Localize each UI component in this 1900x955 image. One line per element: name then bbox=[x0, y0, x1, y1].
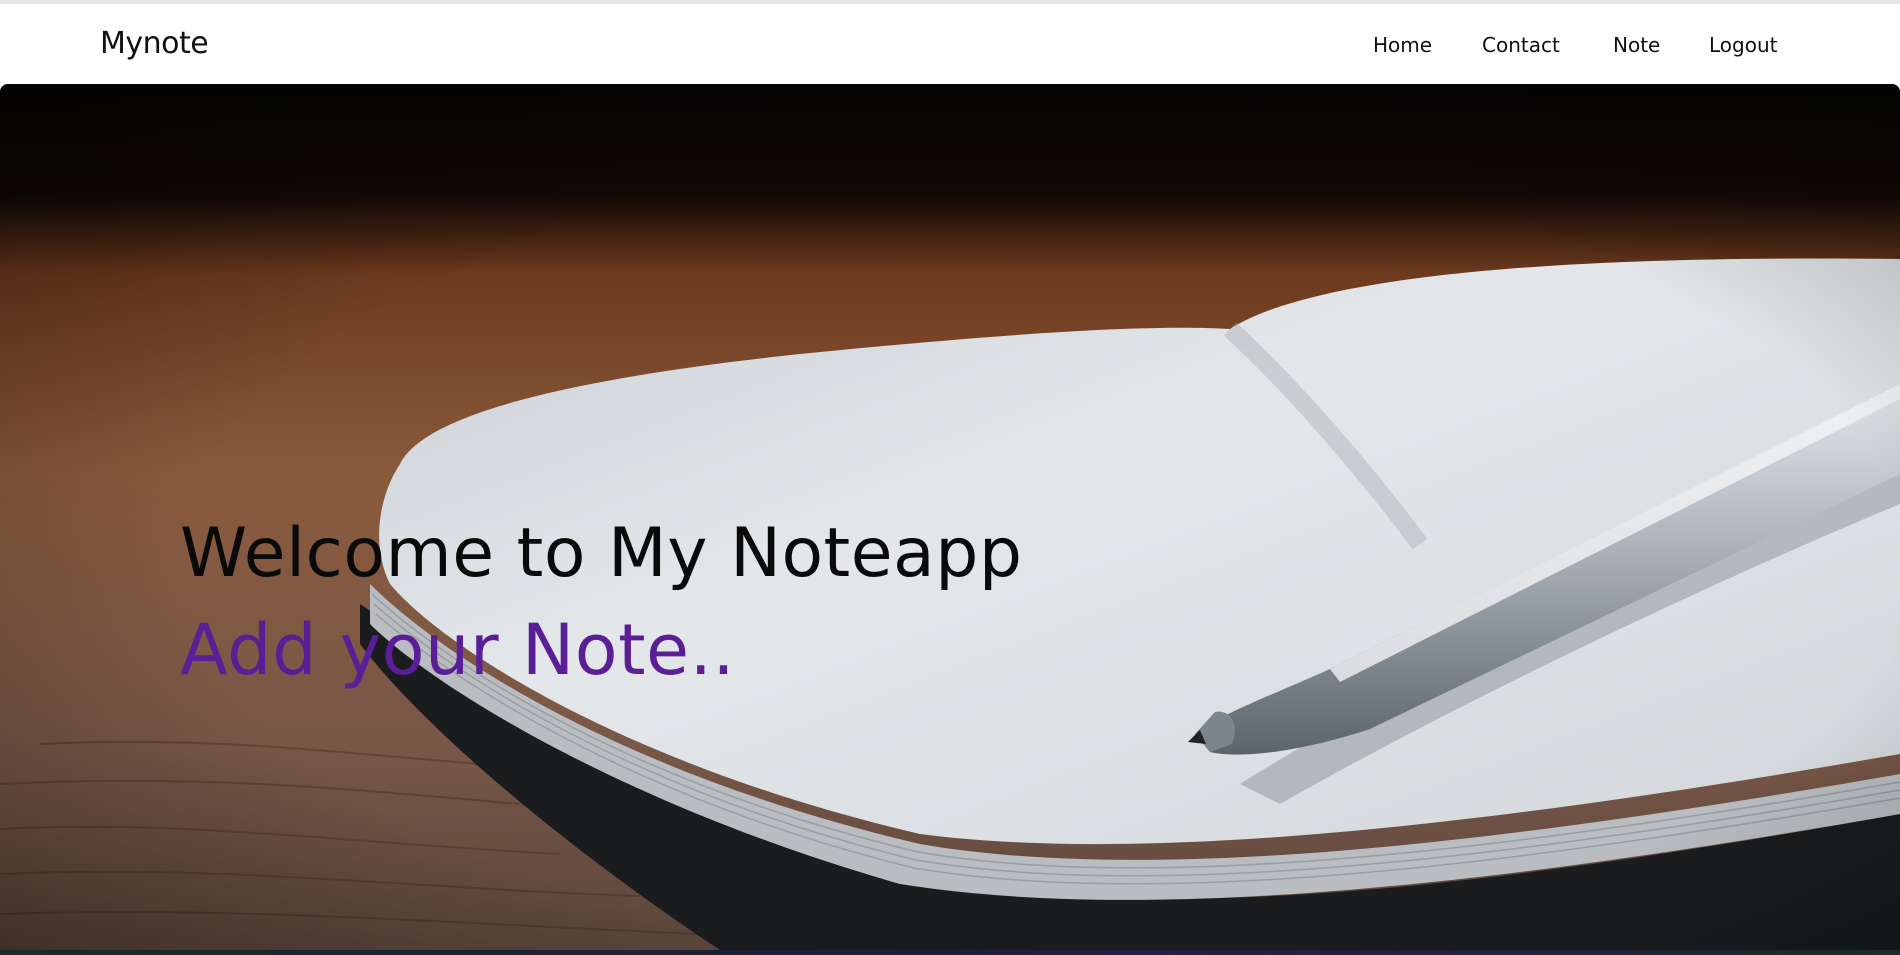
hero-banner: Welcome to My Noteapp Add your Note.. bbox=[0, 84, 1900, 950]
hero-subtitle: Add your Note.. bbox=[180, 609, 736, 691]
bottom-strip bbox=[0, 950, 1900, 955]
nav-link-contact[interactable]: Contact bbox=[1482, 33, 1560, 57]
hero-title: Welcome to My Noteapp bbox=[180, 514, 1023, 593]
nav-link-note[interactable]: Note bbox=[1613, 33, 1660, 57]
nav-link-logout[interactable]: Logout bbox=[1709, 33, 1777, 57]
navbar: Mynote Home Contact Note Logout bbox=[0, 4, 1900, 84]
nav-links: Home Contact Note Logout bbox=[1300, 4, 1900, 84]
brand-logo[interactable]: Mynote bbox=[100, 26, 209, 61]
nav-link-home[interactable]: Home bbox=[1373, 33, 1432, 57]
